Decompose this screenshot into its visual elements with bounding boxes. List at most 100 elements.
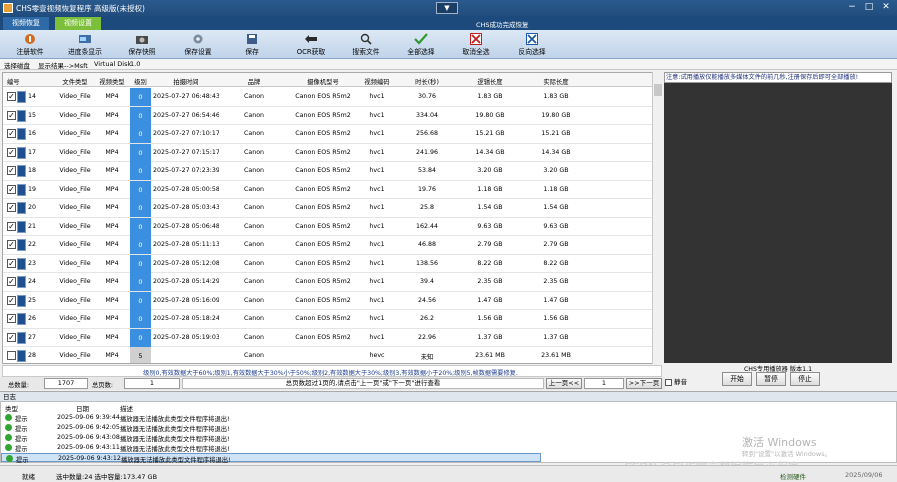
col-camera-model[interactable]: 摄像机型号 xyxy=(289,77,357,86)
mute-toggle[interactable]: 静音 xyxy=(665,376,687,386)
col-file-type[interactable]: 文件类型 xyxy=(55,77,95,86)
chevron-down-icon[interactable]: ▼ xyxy=(436,2,458,14)
maximize-button[interactable]: □ xyxy=(861,2,877,14)
page-input[interactable]: 1 xyxy=(584,378,624,389)
search-files-button[interactable]: 搜索文件 xyxy=(339,31,393,58)
log-desc: 播放器无法播放此类型文件程序将退出! xyxy=(121,457,231,464)
save-button[interactable]: 保存 xyxy=(225,31,279,58)
col-number[interactable]: 编号 xyxy=(7,77,27,86)
row-checkbox[interactable]: ✓ xyxy=(7,295,16,305)
row-checkbox[interactable]: ✓ xyxy=(7,129,16,138)
cell-brand: Canon xyxy=(243,93,265,100)
cell-logical: 8.22 GB xyxy=(477,259,503,267)
cell-filetype: Video_File xyxy=(59,93,91,100)
log-row[interactable]: 提示 2025-09-06 9:42:05 播放器无法播放此类型文件程序将退出! xyxy=(1,423,541,433)
col-brand[interactable]: 品牌 xyxy=(219,77,289,86)
cell-duration: 19.76 xyxy=(417,185,437,193)
scrollbar-thumb[interactable] xyxy=(654,84,662,96)
row-checkbox[interactable]: ✓ xyxy=(7,92,16,101)
tab-video-recovery[interactable]: 视频恢复 xyxy=(3,17,49,30)
cell-model: Canon EOS R5m2 xyxy=(295,185,351,193)
tab-video-settings[interactable]: 视频设置 xyxy=(55,17,101,30)
cell-brand: Canon xyxy=(243,111,265,119)
table-row[interactable]: ✓ 26 Video_File MP4 2025-07-28 05:18:24 Canon… xyxy=(3,310,653,329)
table-row[interactable]: ✓ 25 Video_File MP4 2025-07-28 05:16:09 Canon… xyxy=(3,291,653,310)
row-checkbox[interactable]: ✓ xyxy=(7,184,16,194)
col-actual-size[interactable]: 实际长度 xyxy=(523,77,589,86)
log-date: 2025-09-06 9:43:08 xyxy=(57,434,120,441)
progress-button[interactable]: 进度条显示 xyxy=(58,31,112,58)
select-disk-label[interactable]: 选择磁盘 xyxy=(4,60,30,70)
row-checkbox[interactable]: ✓ xyxy=(7,277,16,286)
table-row[interactable]: ✓ 17 Video_File MP4 2025-07-27 07:15:17 Canon… xyxy=(3,143,653,162)
stop-button[interactable]: 停止 xyxy=(790,372,820,386)
row-checkbox[interactable] xyxy=(7,351,16,360)
pause-button[interactable]: 暂停 xyxy=(756,372,786,386)
register-button[interactable]: 注册软件 xyxy=(3,31,57,58)
cell-no: 25 xyxy=(28,296,37,304)
save-settings-button[interactable]: 保存设置 xyxy=(171,31,225,58)
log-type: 提示 xyxy=(15,416,28,423)
row-checkbox[interactable]: ✓ xyxy=(7,110,16,120)
table-row[interactable]: ✓ 27 Video_File MP4 2025-07-28 05:19:03 Canon… xyxy=(3,328,653,347)
log-row[interactable]: 提示 2025-09-06 9:39:44 播放器无法播放此类型文件程序将退出! xyxy=(1,413,541,423)
table-row[interactable]: ✓ 21 Video_File MP4 2025-07-28 05:06:48 Canon… xyxy=(3,217,653,236)
table-row[interactable]: ✓ 18 Video_File MP4 2025-07-27 07:23:39 Canon… xyxy=(3,162,653,181)
row-checkbox[interactable]: ✓ xyxy=(7,332,16,342)
close-button[interactable]: ✕ xyxy=(878,2,894,14)
log-row[interactable]: 提示 2025-09-06 9:43:12 播放器无法播放此类型文件程序将退出! xyxy=(1,453,541,464)
deselect-all-button[interactable]: 取消全选 xyxy=(449,31,503,58)
table-row[interactable]: ✓ 20 Video_File MP4 2025-07-28 05:03:43 Canon… xyxy=(3,199,653,218)
row-checkbox[interactable]: ✓ xyxy=(7,314,16,323)
snapshot-button[interactable]: 保存快照 xyxy=(115,31,169,58)
next-page-button[interactable]: >>下一页 xyxy=(626,378,662,389)
invert-select-button[interactable]: 反向选择 xyxy=(505,31,559,58)
select-all-button[interactable]: 全部选择 xyxy=(394,31,448,58)
video-player[interactable] xyxy=(664,83,892,363)
row-checkbox[interactable]: ✓ xyxy=(7,147,16,157)
col-duration[interactable]: 时长(秒) xyxy=(397,77,457,86)
pager: 总数量: 1707 总页数: 1 总页数超过1页的,请点击"上一页"或"下一页"… xyxy=(0,377,665,390)
col-codec[interactable]: 视频编码 xyxy=(357,77,397,86)
row-checkbox[interactable]: ✓ xyxy=(7,258,16,268)
cell-codec: hvc1 xyxy=(369,296,385,304)
cell-actual: 1.37 GB xyxy=(543,333,569,341)
cell-logical: 1.47 GB xyxy=(477,296,503,304)
video-file-icon xyxy=(17,331,26,344)
log-row[interactable]: 提示 2025-09-06 9:43:11 播放器无法播放此类型文件程序将退出! xyxy=(1,443,541,453)
cell-time: 2025-07-28 05:00:58 xyxy=(153,185,219,193)
mute-checkbox[interactable] xyxy=(665,378,672,386)
row-checkbox[interactable]: ✓ xyxy=(7,240,16,249)
table-row[interactable]: 28 Video_File MP4 Canon hevc 未知 23.61 MB 23.61 … xyxy=(3,347,653,363)
col-shoot-time[interactable]: 拍摄时间 xyxy=(153,77,219,86)
ocr-button[interactable]: OCR获取 xyxy=(284,31,338,58)
table-row[interactable]: ✓ 19 Video_File MP4 2025-07-28 05:00:58 Canon… xyxy=(3,180,653,199)
table-row[interactable]: ✓ 16 Video_File MP4 2025-07-27 07:10:17 Canon… xyxy=(3,125,653,144)
col-level[interactable]: 级别 xyxy=(130,77,151,86)
row-checkbox[interactable]: ✓ xyxy=(7,166,16,175)
cell-vtype: MP4 xyxy=(105,204,119,211)
table-row[interactable]: ✓ 15 Video_File MP4 2025-07-27 06:54:46 Canon… xyxy=(3,106,653,125)
cell-level: 0 xyxy=(130,199,151,217)
prev-page-button[interactable]: 上一页<< xyxy=(546,378,582,389)
table-row[interactable]: ✓ 23 Video_File MP4 2025-07-28 05:12:08 Canon… xyxy=(3,254,653,273)
tab-bar: 视频恢复 视频设置 CHS成功完成恢复 xyxy=(0,16,897,30)
col-video-type[interactable]: 视频类型 xyxy=(95,77,129,86)
row-checkbox[interactable]: ✓ xyxy=(7,221,16,231)
row-checkbox[interactable]: ✓ xyxy=(7,203,16,212)
col-logical-size[interactable]: 逻辑长度 xyxy=(457,77,523,86)
video-file-icon xyxy=(17,128,26,140)
cell-time: 2025-07-27 06:54:46 xyxy=(153,111,219,119)
table-scrollbar[interactable] xyxy=(652,72,662,364)
table-row[interactable]: ✓ 22 Video_File MP4 2025-07-28 05:11:13 Canon… xyxy=(3,236,653,255)
cell-actual: 3.20 GB xyxy=(543,167,569,174)
table-row[interactable]: ✓ 14 Video_File MP4 2025-07-27 06:48:43 Canon… xyxy=(3,88,653,107)
minimize-button[interactable]: − xyxy=(844,2,860,14)
table-row[interactable]: ✓ 24 Video_File MP4 2025-07-28 05:14:29 Canon… xyxy=(3,273,653,292)
success-message: CHS成功完成恢复 xyxy=(476,21,529,29)
video-file-icon xyxy=(17,220,26,233)
cell-level: 0 xyxy=(130,106,151,125)
log-row[interactable]: 提示 2025-09-06 9:43:08 播放器无法播放此类型文件程序将退出! xyxy=(1,433,541,443)
play-button[interactable]: 开始 xyxy=(722,372,752,386)
hardware-check-label[interactable]: 检测硬件 xyxy=(780,471,806,481)
